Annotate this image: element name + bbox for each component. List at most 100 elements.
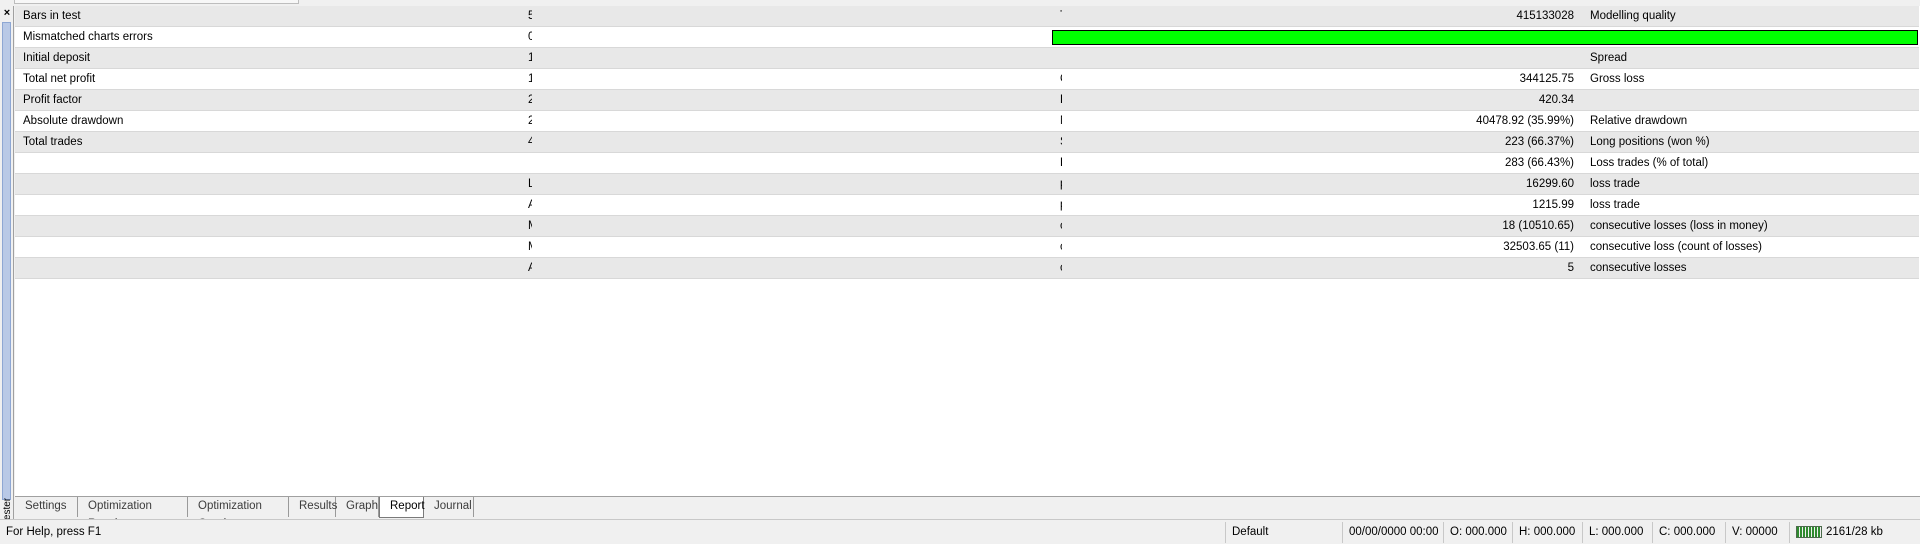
report-value: 426 <box>520 131 532 153</box>
status-high: H: 000.000 <box>1512 522 1587 543</box>
report-label: profit trade <box>1052 173 1062 195</box>
report-value: 2.08 <box>520 89 532 111</box>
report-spacer <box>532 89 1052 111</box>
report-spacer <box>532 215 1052 237</box>
report-label: Relative drawdown <box>1582 110 1919 132</box>
report-value: 10000.00 <box>520 47 532 69</box>
report-label: Ticks modelled <box>1052 6 1062 27</box>
report-value: 32503.65 (11) <box>1062 236 1582 258</box>
report-label: Loss trades (% of total) <box>1582 152 1919 174</box>
report-label <box>1052 47 1062 69</box>
report-value: 52864 <box>520 6 532 27</box>
status-low: L: 000.000 <box>1582 522 1656 543</box>
report-label: Total trades <box>15 131 520 153</box>
status-datetime: 00/00/0000 00:00 <box>1342 522 1447 543</box>
report-value: 223 (66.37%) <box>1062 131 1582 153</box>
report-value: 420.34 <box>1062 89 1582 111</box>
report-label: consecutive wins <box>1052 257 1062 279</box>
modelling-quality-bar <box>1052 29 1919 45</box>
tab-settings[interactable]: Settings <box>15 497 78 517</box>
panel-grip-bar[interactable] <box>2 22 11 500</box>
report-value: Maximum <box>520 215 532 237</box>
report-panel: Bars in test52864 Ticks modelled415133028… <box>15 6 1920 496</box>
report-label: profit trade <box>1052 194 1062 216</box>
report-value: 0 <box>520 26 532 48</box>
report-row: Maximal consecutive profit (count of wins… <box>15 236 1919 258</box>
report-spacer <box>532 47 1052 69</box>
report-label: Absolute drawdown <box>15 110 520 132</box>
report-row: Absolute drawdown2042.96 Maximal drawdown… <box>15 110 1919 132</box>
modelling-quality-bar-cell <box>1052 26 1919 48</box>
report-row: Maximum consecutive wins (profit in money… <box>15 215 1919 237</box>
report-value: Largest <box>520 173 532 195</box>
report-spacer <box>532 6 1052 27</box>
report-label: Expected payoff <box>1052 89 1062 111</box>
report-label: Modelling quality <box>1582 6 1919 27</box>
report-label: Mismatched charts errors <box>15 26 520 48</box>
report-value: 18 (10510.65) <box>1062 215 1582 237</box>
report-label <box>15 173 520 195</box>
tab-optimization-results[interactable]: Optimization Results <box>78 497 188 530</box>
report-value: 5 <box>1062 257 1582 279</box>
report-row: Profit trades (% of total)283 (66.43%)Lo… <box>15 152 1919 174</box>
report-row: Total trades426 Short positions (won %)22… <box>15 131 1919 153</box>
report-value: 179063.77 <box>520 68 532 90</box>
report-value: 1215.99 <box>1062 194 1582 216</box>
report-label: Bars in test <box>15 6 520 27</box>
report-spacer <box>532 152 1052 174</box>
report-row: Largestprofit trade16299.60loss trade-82… <box>15 173 1919 195</box>
report-label: Spread <box>1582 47 1919 69</box>
report-value: 16299.60 <box>1062 173 1582 195</box>
status-volume: V: 00000 <box>1725 522 1793 543</box>
tab-graph[interactable]: Graph <box>336 497 379 517</box>
report-spacer <box>532 110 1052 132</box>
report-spacer <box>532 173 1052 195</box>
report-value: 2042.96 <box>520 110 532 132</box>
report-label: consecutive losses <box>1582 257 1919 279</box>
report-row: Average consecutive wins5consecutive loss… <box>15 257 1919 279</box>
report-label: Long positions (won %) <box>1582 131 1919 153</box>
report-label: Profit trades (% of total) <box>1052 152 1062 174</box>
report-spacer <box>532 236 1052 258</box>
tab-results[interactable]: Results <box>289 497 337 517</box>
report-label <box>15 257 520 279</box>
report-label: Initial deposit <box>15 47 520 69</box>
report-label: consecutive profit (count of wins) <box>1052 236 1062 258</box>
report-row: Mismatched charts errors0 <box>15 26 1919 48</box>
report-label: Profit factor <box>15 89 520 111</box>
close-icon[interactable]: × <box>2 7 12 19</box>
status-profile: Default <box>1225 522 1345 543</box>
tab-optimization-graph[interactable]: Optimization Graph <box>188 497 289 530</box>
report-value: 40478.92 (35.99%) <box>1062 110 1582 132</box>
report-label: consecutive loss (count of losses) <box>1582 236 1919 258</box>
report-row: Profit factor2.08 Expected payoff420.34 <box>15 89 1919 111</box>
report-label <box>15 194 520 216</box>
report-value: 344125.75 <box>1062 68 1582 90</box>
status-bar: For Help, press F1 Default 00/00/0000 00… <box>0 519 1920 544</box>
report-row: Initial deposit10000.00Spread20 <box>15 47 1919 69</box>
report-label <box>1582 89 1919 111</box>
report-row: Bars in test52864 Ticks modelled415133028… <box>15 6 1919 27</box>
report-spacer <box>532 26 1052 48</box>
status-close: C: 000.000 <box>1652 522 1730 543</box>
report-label: Short positions (won %) <box>1052 131 1062 153</box>
tester-side-panel: × Tester <box>0 6 14 525</box>
report-spacer <box>532 257 1052 279</box>
report-label: loss trade <box>1582 173 1919 195</box>
report-label: Gross loss <box>1582 68 1919 90</box>
report-label: Maximal drawdown <box>1052 110 1062 132</box>
report-label: Total net profit <box>15 68 520 90</box>
status-traffic-text: 2161/28 kb <box>1826 526 1883 538</box>
report-spacer <box>532 194 1052 216</box>
report-value: Average <box>520 194 532 216</box>
report-label <box>15 152 520 174</box>
report-label: consecutive wins (profit in money) <box>1052 215 1062 237</box>
tab-report[interactable]: Report <box>379 497 425 518</box>
tester-tab-bar: Settings Optimization Results Optimizati… <box>15 496 1920 530</box>
status-open: O: 000.000 <box>1443 522 1517 543</box>
report-spacer <box>532 131 1052 153</box>
report-value: Average <box>520 257 532 279</box>
report-row: Total net profit179063.77 Gross profit344… <box>15 68 1919 90</box>
tab-journal[interactable]: Journal <box>424 497 474 517</box>
report-value: 415133028 <box>1062 6 1582 27</box>
